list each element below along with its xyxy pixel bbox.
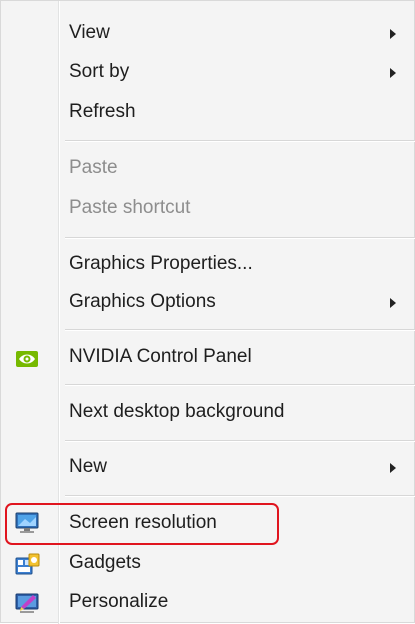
menu-item-next-desktop-background[interactable]: Next desktop background bbox=[1, 397, 415, 429]
submenu-arrow-icon bbox=[390, 29, 396, 39]
menu-item-gadgets[interactable]: Gadgets bbox=[1, 548, 415, 580]
menu-item-label: Paste bbox=[69, 157, 118, 178]
menu-item-label: Graphics Options bbox=[69, 291, 216, 312]
menu-separator bbox=[65, 440, 415, 442]
menu-item-nvidia-control-panel[interactable]: NVIDIA Control Panel bbox=[1, 342, 415, 374]
menu-item-label: Graphics Properties... bbox=[69, 253, 253, 274]
highlight-box bbox=[5, 503, 279, 545]
menu-item-label: Sort by bbox=[69, 61, 130, 82]
menu-separator bbox=[65, 384, 415, 386]
menu-separator bbox=[65, 495, 415, 497]
gadgets-icon bbox=[13, 552, 41, 576]
menu-item-new[interactable]: New bbox=[1, 452, 415, 484]
menu-separator bbox=[65, 237, 415, 239]
menu-item-label: Paste shortcut bbox=[69, 197, 191, 218]
menu-separator bbox=[65, 329, 415, 331]
submenu-arrow-icon bbox=[390, 68, 396, 78]
desktop-context-menu: View Sort by Refresh Paste Paste shortcu… bbox=[0, 0, 415, 624]
menu-item-sort-by[interactable]: Sort by bbox=[1, 57, 415, 89]
menu-item-label: Gadgets bbox=[69, 552, 141, 573]
menu-item-label: View bbox=[69, 22, 110, 43]
menu-item-label: New bbox=[69, 456, 108, 477]
menu-item-refresh[interactable]: Refresh bbox=[1, 97, 415, 129]
menu-item-view[interactable]: View bbox=[1, 18, 415, 50]
menu-item-label: Next desktop background bbox=[69, 401, 285, 422]
menu-item-paste-shortcut[interactable]: Paste shortcut bbox=[1, 193, 415, 225]
menu-item-label: NVIDIA Control Panel bbox=[69, 346, 252, 367]
menu-item-personalize[interactable]: Personalize bbox=[1, 587, 415, 619]
menu-separator bbox=[65, 140, 415, 142]
menu-item-graphics-options[interactable]: Graphics Options bbox=[1, 287, 415, 319]
personalize-icon bbox=[13, 591, 41, 615]
submenu-arrow-icon bbox=[390, 463, 396, 473]
menu-item-paste[interactable]: Paste bbox=[1, 153, 415, 185]
menu-item-label: Personalize bbox=[69, 591, 169, 612]
nvidia-icon bbox=[13, 347, 41, 371]
menu-item-label: Refresh bbox=[69, 101, 136, 122]
menu-item-graphics-properties[interactable]: Graphics Properties... bbox=[1, 249, 415, 281]
submenu-arrow-icon bbox=[390, 298, 396, 308]
